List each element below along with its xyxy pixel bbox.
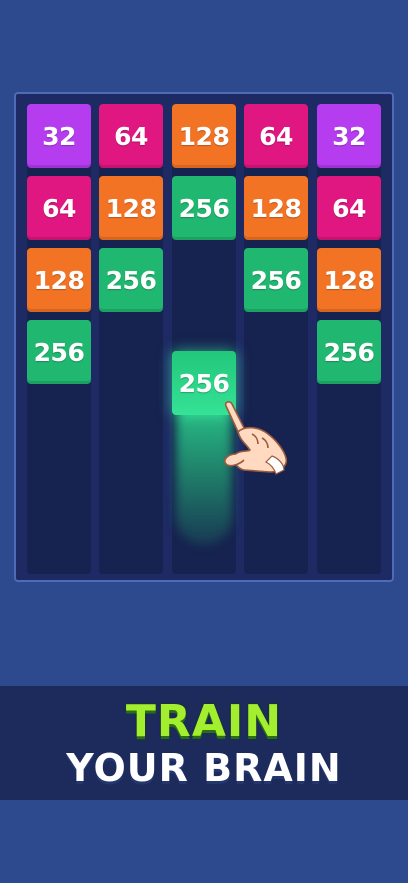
banner-title: TRAIN — [125, 696, 283, 747]
tile-128: 128 — [244, 176, 308, 240]
column-1[interactable]: 32 64 128 256 — [27, 104, 91, 574]
tile-64: 64 — [244, 104, 308, 168]
tile-64: 64 — [27, 176, 91, 240]
banner-subtitle: YOUR BRAIN — [66, 746, 342, 790]
tile-64: 64 — [99, 104, 163, 168]
tile-32: 32 — [27, 104, 91, 168]
tile-256: 256 — [27, 320, 91, 384]
tile-256: 256 — [317, 320, 381, 384]
tile-256: 256 — [99, 248, 163, 312]
tile-32: 32 — [317, 104, 381, 168]
tile-64: 64 — [317, 176, 381, 240]
tile-256: 256 — [172, 176, 236, 240]
column-2[interactable]: 64 128 256 — [99, 104, 163, 574]
tile-128: 128 — [27, 248, 91, 312]
column-5[interactable]: 32 64 128 256 — [317, 104, 381, 574]
tile-128: 128 — [99, 176, 163, 240]
tile-256: 256 — [244, 248, 308, 312]
tile-128: 128 — [172, 104, 236, 168]
column-4[interactable]: 64 128 256 — [244, 104, 308, 574]
tile-128: 128 — [317, 248, 381, 312]
promo-banner: TRAIN YOUR BRAIN — [0, 686, 408, 800]
tap-hand-icon — [223, 401, 288, 475]
